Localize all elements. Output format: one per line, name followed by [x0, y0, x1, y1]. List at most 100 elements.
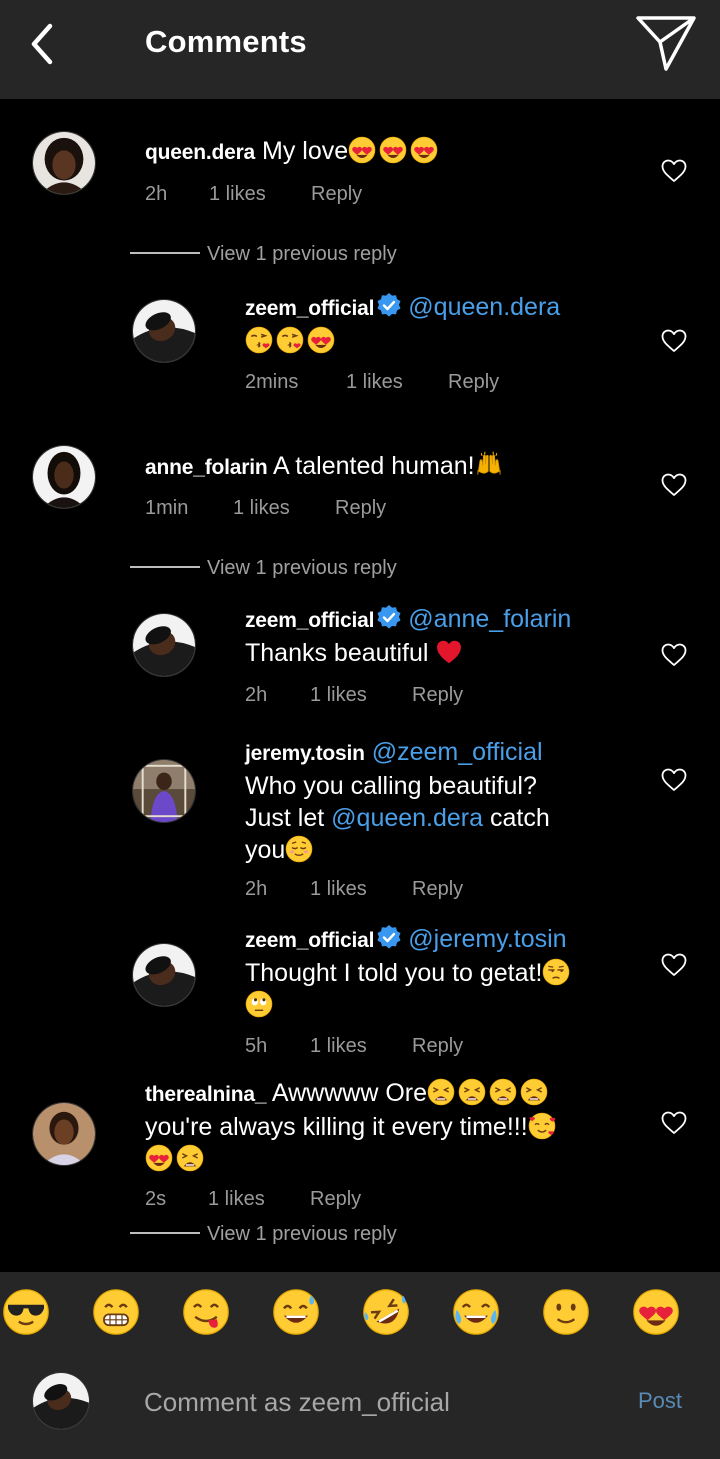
comment-username[interactable]: queen.dera [145, 141, 255, 164]
mention-link[interactable]: @queen.dera [331, 804, 483, 832]
comment-text: Who you calling beautiful? [245, 772, 537, 800]
comment-item: queen.dera My love 2h 1 likes Reply [0, 99, 720, 229]
reply-button[interactable]: Reply [311, 183, 362, 206]
like-heart-icon[interactable] [661, 473, 687, 497]
comment-meta: 2h 1 likes Reply [245, 684, 463, 707]
comment-input[interactable] [144, 1382, 614, 1422]
like-heart-icon[interactable] [661, 953, 687, 977]
weary-emoji-icon [520, 1078, 548, 1106]
comment-likes[interactable]: 1 likes [209, 183, 311, 206]
comment-username[interactable]: zeem_official [245, 297, 374, 320]
weary-emoji-icon [176, 1144, 204, 1172]
mention-link[interactable]: @jeremy.tosin [408, 925, 566, 953]
back-arrow-icon[interactable] [26, 22, 66, 66]
reply-item: zeem_official @queen.dera 2mins 1 likes Rep… [0, 279, 720, 419]
comment-likes[interactable]: 1 likes [310, 878, 412, 901]
like-heart-icon[interactable] [661, 159, 687, 183]
like-heart-icon[interactable] [661, 768, 687, 792]
reply-button[interactable]: Reply [310, 1188, 361, 1211]
view-previous-replies[interactable]: View 1 previous reply [130, 243, 397, 266]
heart-eyes-emoji-icon[interactable] [632, 1288, 680, 1336]
weary-emoji-icon [458, 1078, 486, 1106]
comment-meta: 2mins 1 likes Reply [245, 371, 499, 394]
comment-time: 5h [245, 1035, 268, 1057]
reply-button[interactable]: Reply [412, 684, 463, 707]
divider-line [130, 1232, 200, 1235]
comment-username[interactable]: zeem_official [245, 609, 374, 632]
comment-username[interactable]: zeem_official [245, 929, 374, 952]
reply-item: jeremy.tosin @zeem_official Who you call… [0, 735, 720, 915]
slight-smile-emoji-icon[interactable] [542, 1288, 590, 1336]
avatar[interactable] [132, 613, 196, 677]
view-previous-replies[interactable]: View 1 previous reply [130, 1223, 397, 1246]
kissing-heart-emoji-icon [276, 326, 304, 354]
comment-likes[interactable]: 1 likes [310, 1035, 412, 1058]
comment-time: 2h [245, 684, 268, 706]
comment-text: Thanks beautiful [245, 639, 429, 667]
sweat-smile-emoji-icon[interactable] [272, 1288, 320, 1336]
view-previous-replies[interactable]: View 1 previous reply [130, 557, 397, 580]
smiling-hearts-emoji-icon [528, 1112, 556, 1140]
comment-likes[interactable]: 1 likes [208, 1188, 310, 1211]
like-heart-icon[interactable] [661, 1111, 687, 1135]
like-heart-icon[interactable] [661, 643, 687, 667]
comment-text: A talented human! [273, 452, 475, 480]
avatar[interactable] [32, 131, 96, 195]
unamused-emoji-icon [542, 958, 570, 986]
mention-link[interactable]: @anne_folarin [408, 605, 571, 633]
like-heart-icon[interactable] [661, 329, 687, 353]
reply-button[interactable]: Reply [412, 1035, 463, 1058]
eye-roll-emoji-icon [245, 990, 273, 1018]
comment-time: 1min [145, 497, 189, 519]
mention-link[interactable]: @queen.dera [408, 293, 560, 321]
comment-text: My love [262, 137, 349, 165]
verified-badge-icon [376, 604, 402, 630]
comment-username[interactable]: jeremy.tosin [245, 742, 365, 765]
reply-button[interactable]: Reply [412, 878, 463, 901]
weary-emoji-icon [489, 1078, 517, 1106]
send-direct-icon[interactable] [636, 14, 698, 72]
reply-button[interactable]: Reply [335, 497, 386, 520]
comment-time: 2mins [245, 371, 299, 393]
comment-likes[interactable]: 1 likes [346, 371, 448, 394]
weary-emoji-icon [427, 1078, 455, 1106]
red-heart-emoji-icon [435, 638, 463, 666]
yum-emoji-icon[interactable] [182, 1288, 230, 1336]
grin-emoji-icon[interactable] [92, 1288, 140, 1336]
sunglasses-emoji-icon[interactable] [2, 1288, 50, 1336]
comment-time: 2s [145, 1188, 167, 1210]
heart-eyes-emoji-icon [307, 326, 335, 354]
comment-text: Awwwww Ore [271, 1079, 428, 1107]
joy-emoji-icon[interactable] [452, 1288, 500, 1336]
avatar[interactable] [132, 299, 196, 363]
relieved-emoji-icon [285, 835, 313, 863]
comment-text: Thought I told you to getat! [245, 959, 543, 987]
comment-meta: 5h 1 likes Reply [245, 1035, 463, 1058]
avatar[interactable] [132, 943, 196, 1007]
comment-username[interactable]: therealnina_ [145, 1083, 267, 1106]
comments-list[interactable]: queen.dera My love 2h 1 likes Reply View 1… [0, 99, 720, 1272]
comment-meta: 1min 1 likes Reply [145, 497, 386, 520]
comment-meta: 2s 1 likes Reply [145, 1188, 361, 1211]
post-button[interactable]: Post [638, 1388, 682, 1414]
comment-likes[interactable]: 1 likes [233, 497, 335, 520]
emoji-quick-bar [0, 1272, 720, 1352]
kissing-heart-emoji-icon [245, 326, 273, 354]
reply-button[interactable]: Reply [448, 371, 499, 394]
comment-likes[interactable]: 1 likes [310, 684, 412, 707]
comment-meta: 2h 1 likes Reply [245, 878, 463, 901]
comment-item: anne_folarin A talented human! 1min 1 lik… [0, 429, 720, 549]
divider-line [130, 252, 200, 255]
divider-line [130, 566, 200, 569]
comment-username[interactable]: anne_folarin [145, 456, 268, 479]
mention-link[interactable]: @zeem_official [372, 738, 543, 766]
rofl-emoji-icon[interactable] [362, 1288, 410, 1336]
heart-eyes-emoji-icon [348, 136, 376, 164]
avatar[interactable] [32, 445, 96, 509]
verified-badge-icon [376, 924, 402, 950]
comment-composer: Post [0, 1352, 720, 1459]
raised-hands-emoji-icon [475, 451, 503, 479]
avatar[interactable] [32, 1102, 96, 1166]
top-bar: Comments [0, 0, 720, 99]
avatar[interactable] [132, 759, 196, 823]
